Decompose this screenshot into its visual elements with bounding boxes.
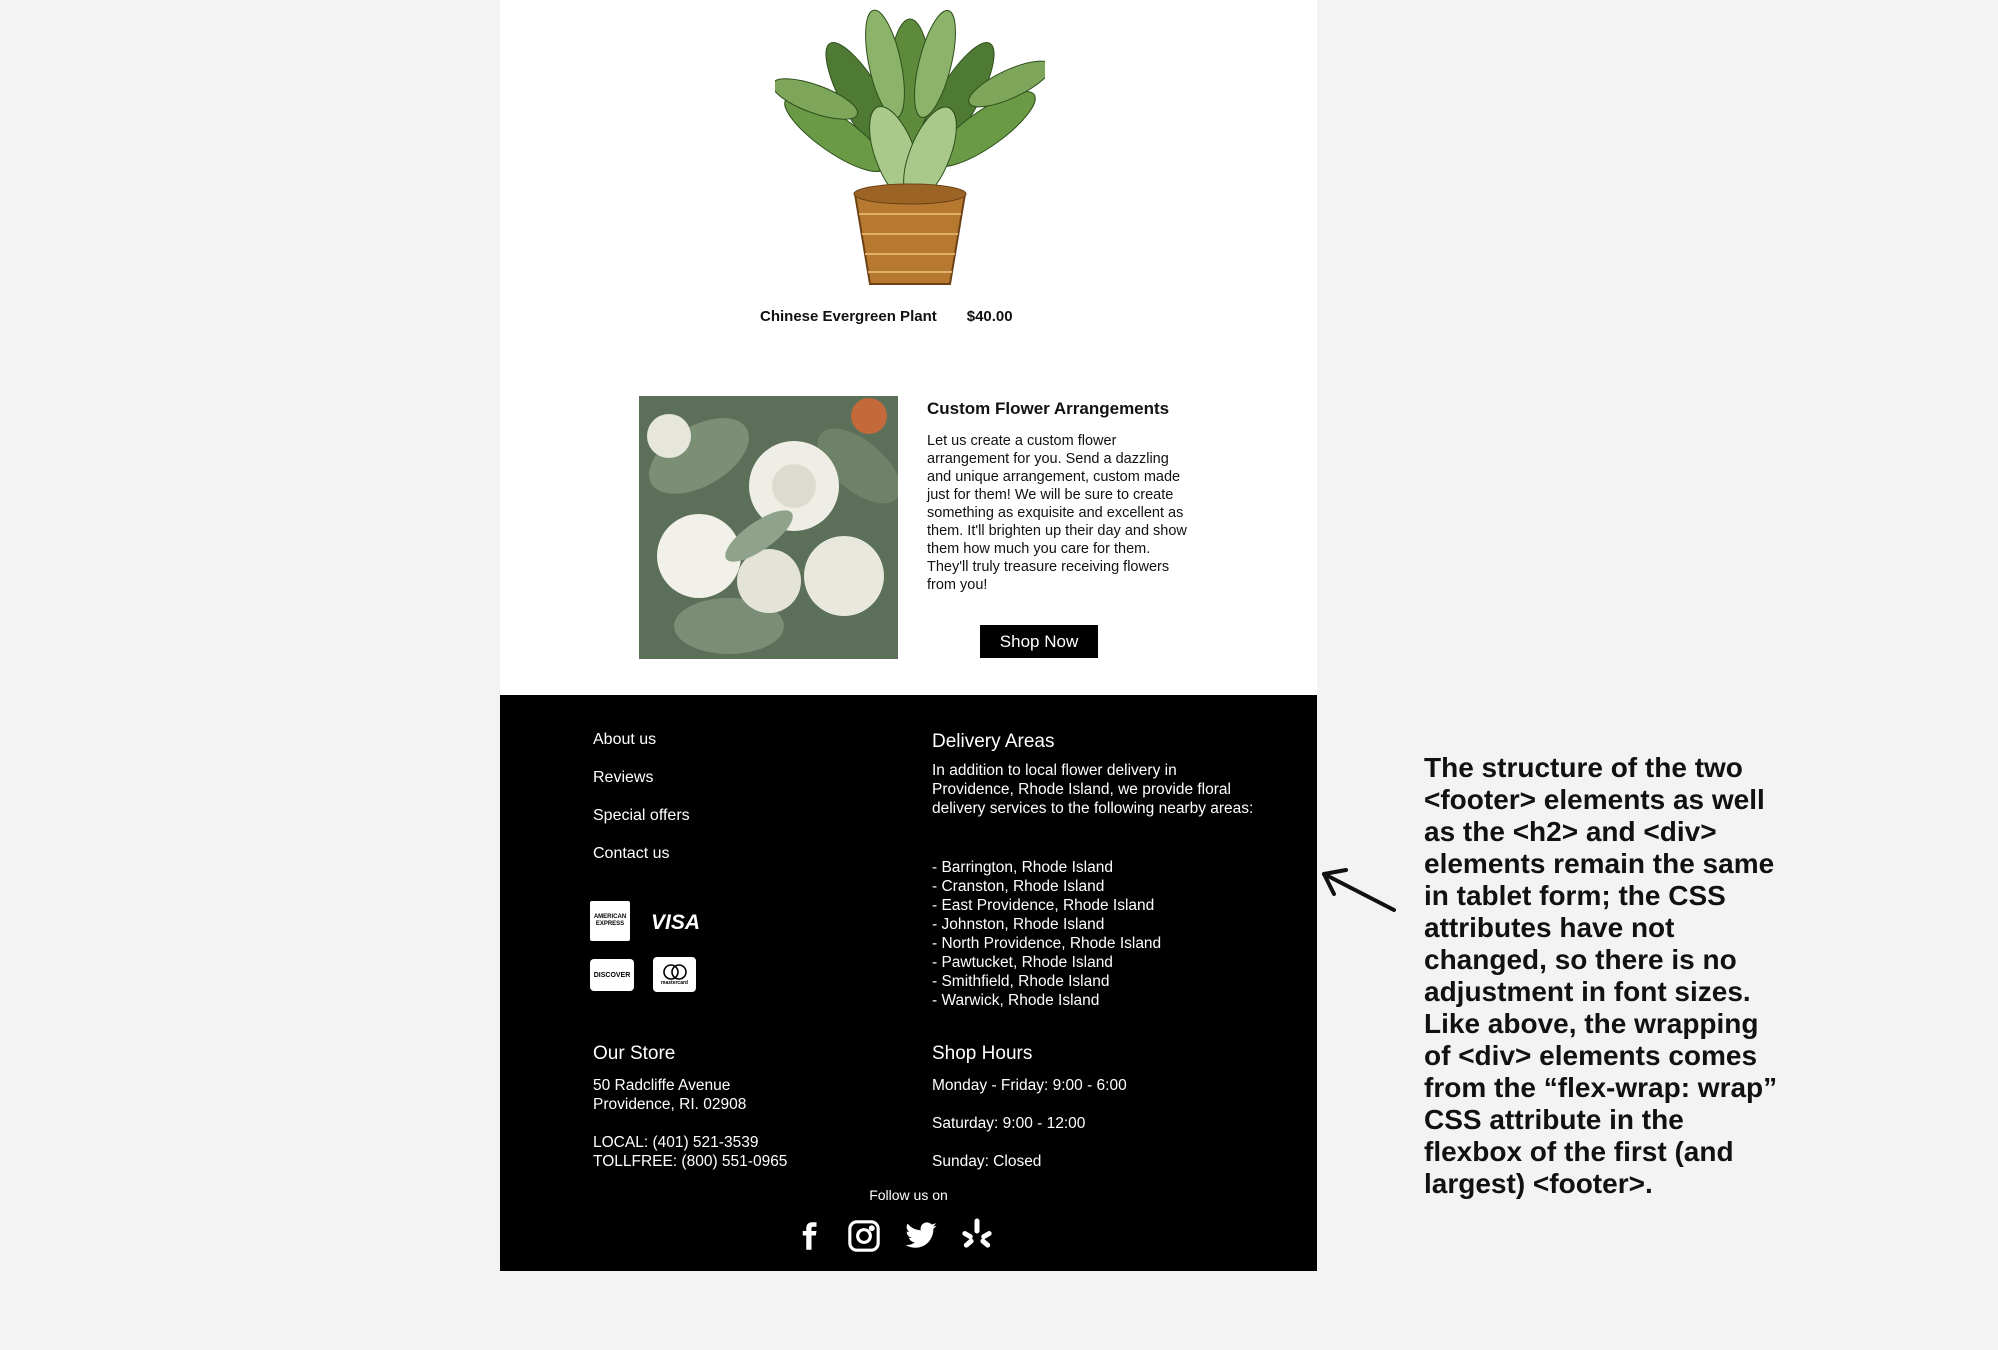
footer-link-about-us[interactable]: About us [593,731,656,749]
delivery-area-item: - Johnston, Rhode Island [932,916,1105,933]
delivery-area-item: - Warwick, Rhode Island [932,992,1100,1009]
custom-flower-image[interactable] [639,396,898,659]
our-store-title: Our Store [593,1043,676,1064]
delivery-areas-title: Delivery Areas [932,731,1055,752]
annotation-arrow-icon [1322,868,1396,912]
store-address-line2: Providence, RI. 02908 [593,1096,747,1113]
store-address-line1: 50 Radcliffe Avenue [593,1077,731,1094]
footer-link-special-offers[interactable]: Special offers [593,807,690,825]
footer-link-contact-us[interactable]: Contact us [593,845,669,863]
delivery-areas-intro: In addition to local flower delivery in … [932,762,1254,817]
twitter-icon[interactable] [900,1215,942,1257]
annotation-text: The structure of the two <footer> elemen… [1424,752,1778,1199]
discover-card-icon: DISCOVER [590,959,634,991]
visa-card-icon: VISA [651,911,701,934]
yelp-icon[interactable] [956,1215,998,1257]
delivery-area-item: - East Providence, Rhode Island [932,897,1155,914]
custom-arrangements-description: Let us create a custom flower arrangemen… [927,433,1187,593]
shop-now-button[interactable]: Shop Now [980,625,1098,658]
footer-link-reviews[interactable]: Reviews [593,769,653,787]
amex-card-icon: AMERICAN EXPRESS [590,901,630,941]
delivery-area-item: - North Providence, Rhode Island [932,935,1162,952]
instagram-icon[interactable] [843,1215,885,1257]
hours-sunday: Sunday: Closed [932,1153,1042,1170]
hours-weekday: Monday - Friday: 9:00 - 6:00 [932,1077,1127,1094]
product-price: $40.00 [966,308,1013,325]
hours-saturday: Saturday: 9:00 - 12:00 [932,1115,1086,1132]
store-local-phone[interactable]: LOCAL: (401) 521-3539 [593,1133,758,1152]
shop-hours-title: Shop Hours [932,1043,1033,1064]
delivery-area-item: - Barrington, Rhode Island [932,859,1113,876]
delivery-area-item: - Smithfield, Rhode Island [932,973,1110,990]
product-image[interactable] [775,4,1045,287]
product-caption: Chinese Evergreen Plant $40.00 [760,308,1060,325]
product-name[interactable]: Chinese Evergreen Plant [760,308,937,325]
mastercard-icon: mastercard [653,957,696,992]
facebook-icon[interactable] [788,1215,830,1257]
delivery-area-item: - Pawtucket, Rhode Island [932,954,1113,971]
custom-arrangements-title: Custom Flower Arrangements [927,399,1170,418]
store-tollfree-phone[interactable]: TOLLFREE: (800) 551-0965 [593,1152,787,1171]
delivery-areas-list: - Barrington, Rhode Island - Cranston, R… [932,858,1262,1010]
page-canvas: Chinese Evergreen Plant $40.00 Custom Fl… [500,0,1317,1271]
footer: About us Reviews Special offers Contact … [500,695,1317,1271]
follow-us-label: Follow us on [869,1187,948,1203]
delivery-area-item: - Cranston, Rhode Island [932,878,1105,895]
